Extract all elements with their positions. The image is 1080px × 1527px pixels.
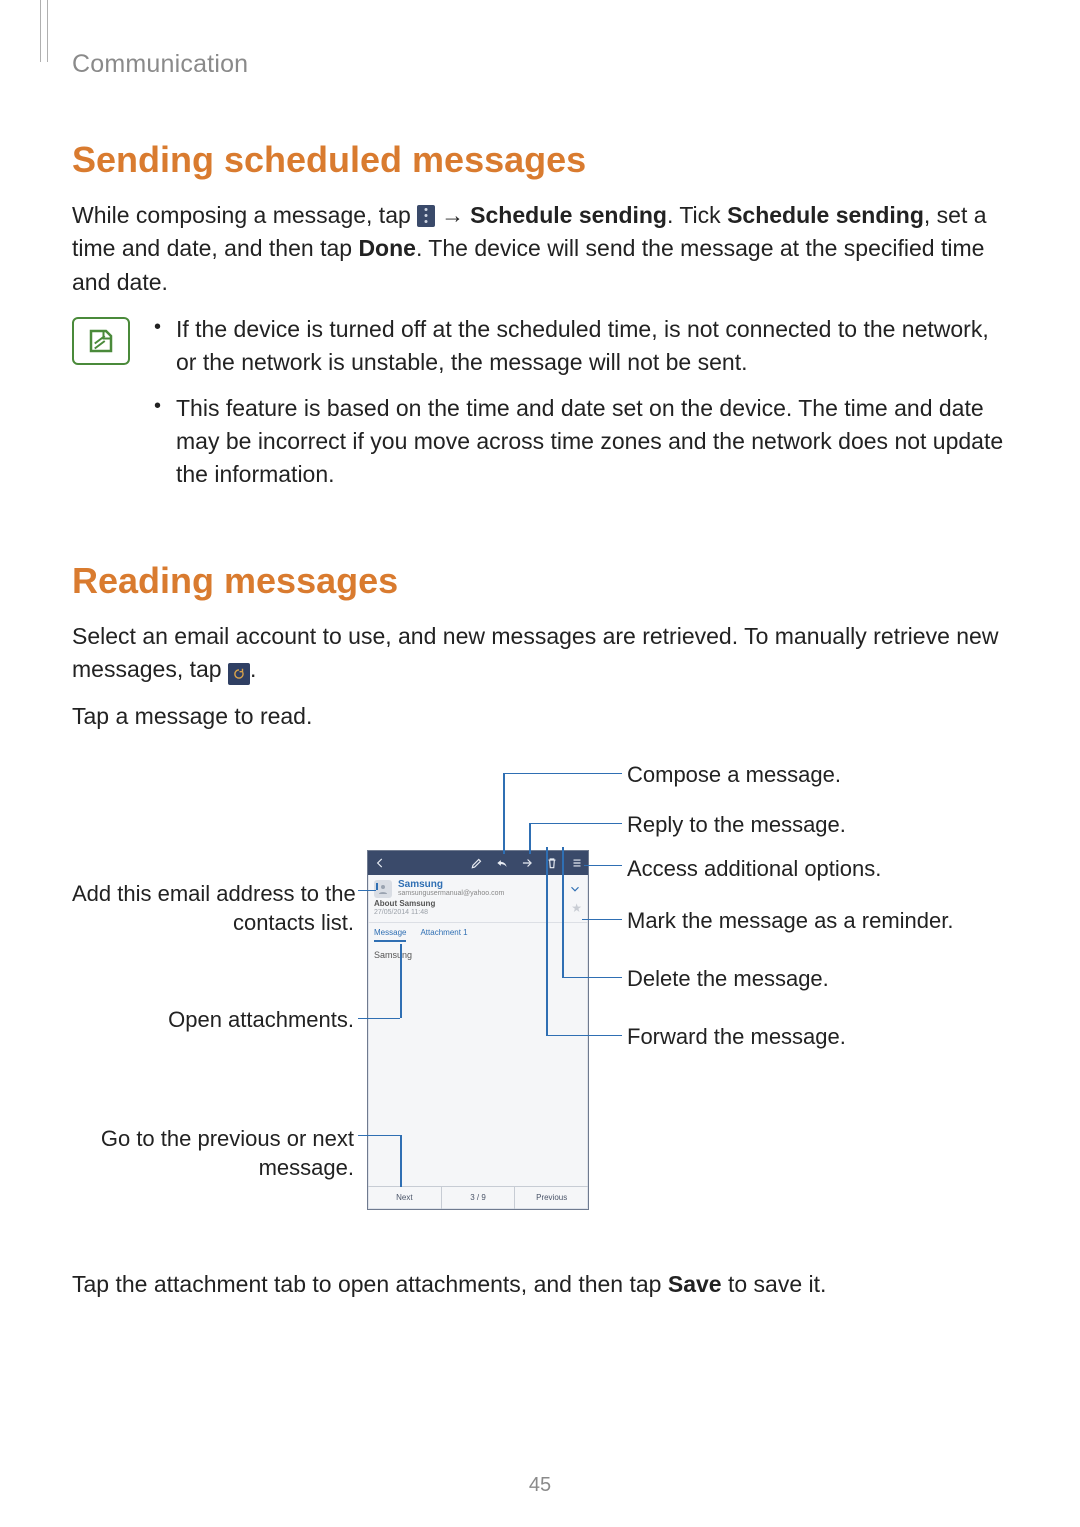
callout-forward: Forward the message. (627, 1024, 846, 1050)
sender-email: samsungusermanual@yahoo.com (398, 890, 562, 897)
subject: About Samsung (374, 900, 435, 909)
star-icon[interactable]: ★ (571, 901, 582, 915)
more-options-icon (417, 205, 435, 227)
callout-add-contact: Add this email address to thecontacts li… (72, 879, 354, 938)
callout-open-attachments: Open attachments. (72, 1007, 354, 1033)
tab-message[interactable]: Message (374, 928, 406, 942)
email-reader-diagram: Samsung samsungusermanual@yahoo.com Abou… (72, 762, 1010, 1232)
heading-reading-messages: Reading messages (72, 560, 1010, 602)
note-icon (72, 317, 130, 365)
para-reading-intro: Select an email account to use, and new … (72, 620, 1010, 687)
para-tap-to-read: Tap a message to read. (72, 700, 1010, 733)
refresh-icon (228, 663, 250, 685)
compose-icon[interactable] (469, 855, 484, 870)
callout-compose: Compose a message. (627, 762, 841, 788)
arrow-icon: → (441, 199, 464, 232)
callout-prev-next: Go to the previous or nextmessage. (72, 1124, 354, 1183)
forward-icon[interactable] (519, 855, 534, 870)
breadcrumb: Communication (72, 30, 1010, 79)
nav-count: 3 / 9 (441, 1187, 515, 1209)
sender-name: Samsung (398, 880, 562, 890)
note-item-2: This feature is based on the time and da… (154, 392, 1010, 492)
callout-mark: Mark the message as a reminder. (627, 908, 953, 934)
subject-date: 27/05/2014 11:48 (374, 909, 435, 917)
para-attachment-save: Tap the attachment tab to open attachmen… (72, 1268, 1010, 1301)
callout-reply: Reply to the message. (627, 812, 846, 838)
note-item-1: If the device is turned off at the sched… (154, 313, 1010, 380)
page-number: 45 (0, 1474, 1080, 1497)
callout-delete: Delete the message. (627, 966, 829, 992)
menu-icon[interactable] (569, 855, 584, 870)
nav-previous-button[interactable]: Previous (514, 1187, 588, 1209)
tab-attachment[interactable]: Attachment 1 (420, 928, 467, 942)
para-schedule-intro: While composing a message, tap →Schedule… (72, 199, 1010, 299)
page-side-rule (40, 0, 48, 62)
chevron-down-icon[interactable] (568, 882, 582, 896)
phone-toolbar (368, 851, 588, 875)
back-icon[interactable] (372, 855, 387, 870)
heading-sending-scheduled: Sending scheduled messages (72, 139, 1010, 181)
reply-icon[interactable] (494, 855, 509, 870)
callout-options: Access additional options. (627, 856, 881, 882)
nav-next-button[interactable]: Next (368, 1187, 441, 1209)
